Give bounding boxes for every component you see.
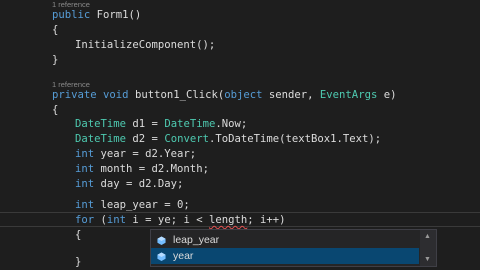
code-line: public Form1()	[52, 9, 142, 21]
autocomplete-item[interactable]: leap_year	[151, 232, 419, 248]
code-line: DateTime d1 = DateTime.Now;	[75, 118, 248, 130]
code-line: {	[52, 104, 59, 116]
code-line-current: for (int i = ye; i < length; i++)	[75, 214, 286, 226]
code-line: {	[52, 24, 59, 36]
code-line: DateTime d2 = Convert.ToDateTime(textBox…	[75, 133, 382, 145]
autocomplete-item-label: leap_year	[173, 234, 220, 246]
code-line: int leap_year = 0;	[75, 199, 190, 211]
code-line: int year = d2.Year;	[75, 148, 197, 160]
autocomplete-scrollbar[interactable]: ▲ ▼	[420, 230, 436, 266]
code-line: }	[52, 54, 59, 66]
error-squiggle: length	[208, 214, 248, 226]
scroll-down-icon[interactable]: ▼	[424, 256, 431, 264]
code-line: int day = d2.Day;	[75, 178, 184, 190]
code-line: {	[75, 229, 82, 241]
autocomplete-item-selected[interactable]: year	[151, 248, 419, 264]
code-line: }	[75, 256, 82, 268]
code-line: private void button1_Click(object sender…	[52, 89, 397, 101]
autocomplete-item-label: year	[173, 250, 194, 262]
autocomplete-popup[interactable]: leap_year year ▲ ▼	[150, 229, 437, 267]
scroll-up-icon[interactable]: ▲	[424, 233, 431, 241]
code-line: int month = d2.Month;	[75, 163, 209, 175]
local-variable-icon	[157, 236, 166, 245]
local-variable-icon	[157, 252, 166, 261]
code-line: InitializeComponent();	[75, 39, 216, 51]
